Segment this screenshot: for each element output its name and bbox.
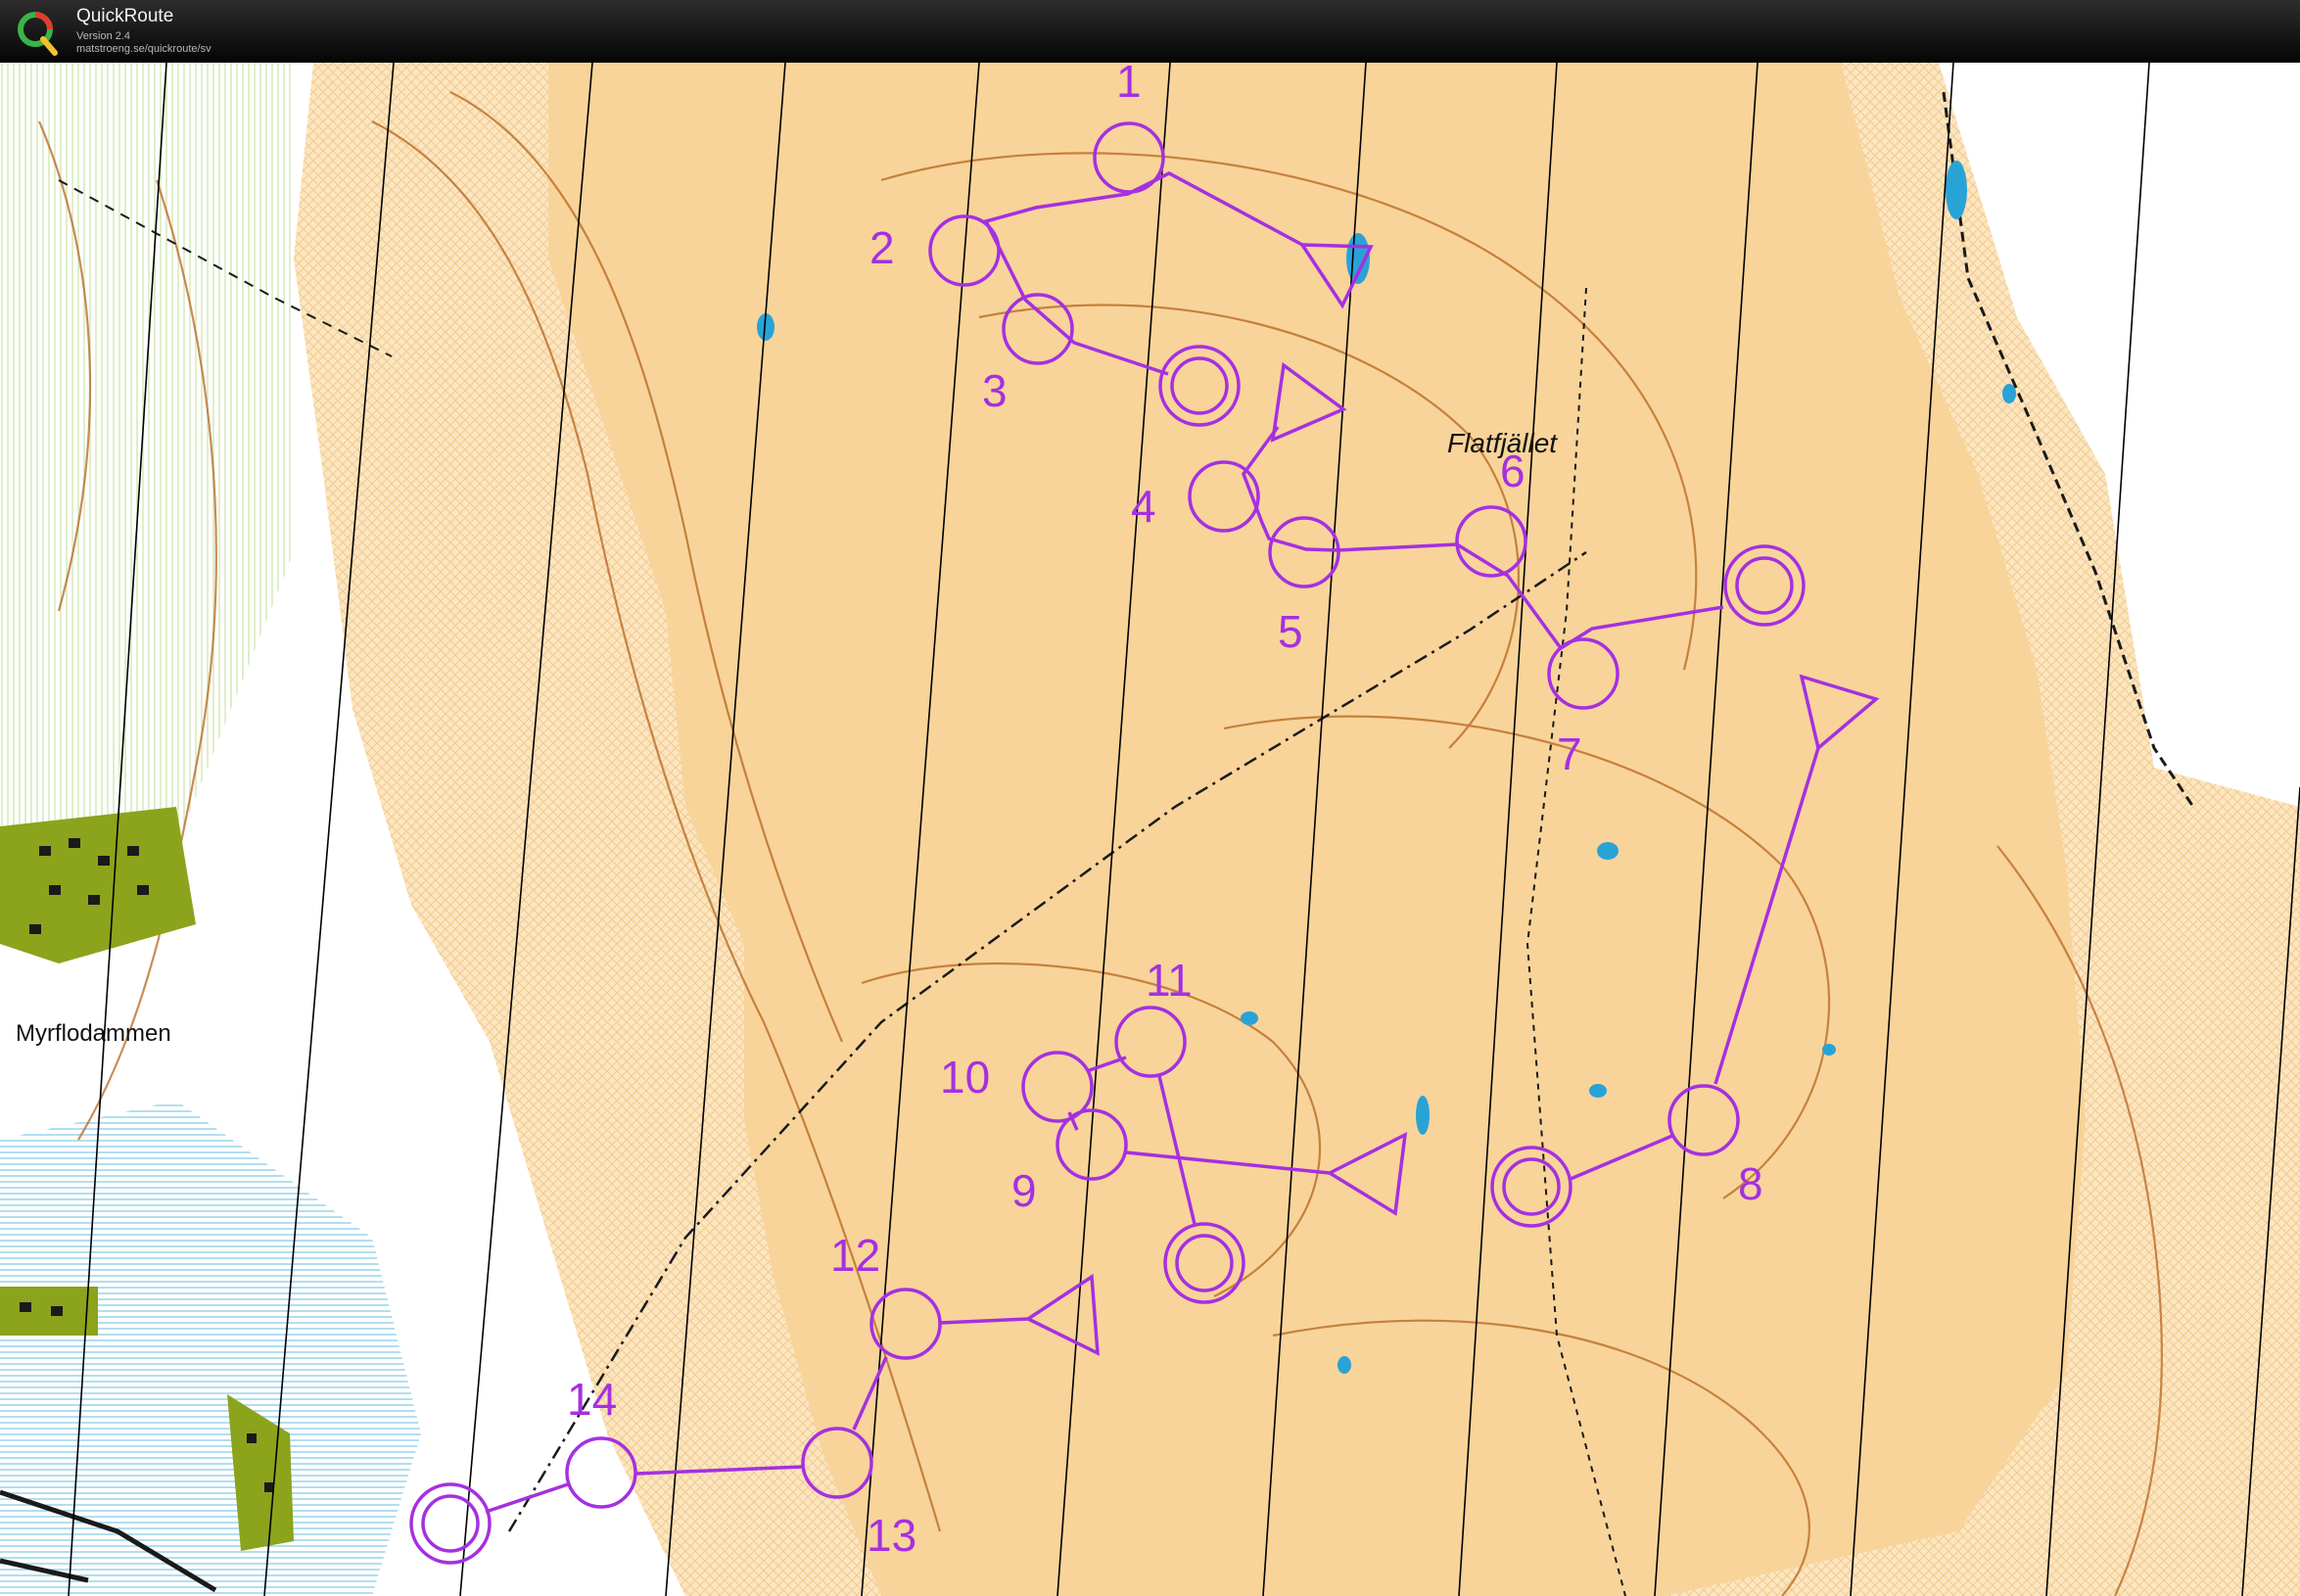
title-bar: QuickRoute Version 2.4 matstroeng.se/qui… [0, 0, 2300, 63]
control-number-7: 7 [1557, 728, 1582, 779]
control-number-12: 12 [830, 1230, 880, 1281]
control-number-1: 1 [1116, 63, 1142, 107]
app-version: Version 2.4 [76, 30, 131, 42]
control-number-2: 2 [869, 222, 895, 273]
control-number-6: 6 [1500, 446, 1526, 496]
control-number-3: 3 [982, 365, 1008, 416]
control-number-10: 10 [940, 1052, 990, 1103]
app-url[interactable]: matstroeng.se/quickroute/sv [76, 43, 211, 55]
quickroute-logo-icon [14, 6, 63, 59]
control-number-11: 11 [1146, 955, 1193, 1006]
control-number-4: 4 [1131, 481, 1156, 532]
control-number-13: 13 [867, 1510, 916, 1561]
terrain-base [0, 63, 2300, 1596]
control-number-8: 8 [1738, 1158, 1763, 1209]
app-title: QuickRoute [76, 6, 174, 26]
place-name-myrflodammen: Myrflodammen [16, 1020, 171, 1047]
control-number-5: 5 [1278, 606, 1303, 657]
control-number-9: 9 [1011, 1165, 1037, 1216]
orienteering-map[interactable]: Flatfjället Myrflodammen 1 2 3 4 5 6 7 8… [0, 63, 2300, 1596]
control-number-14: 14 [567, 1374, 617, 1425]
